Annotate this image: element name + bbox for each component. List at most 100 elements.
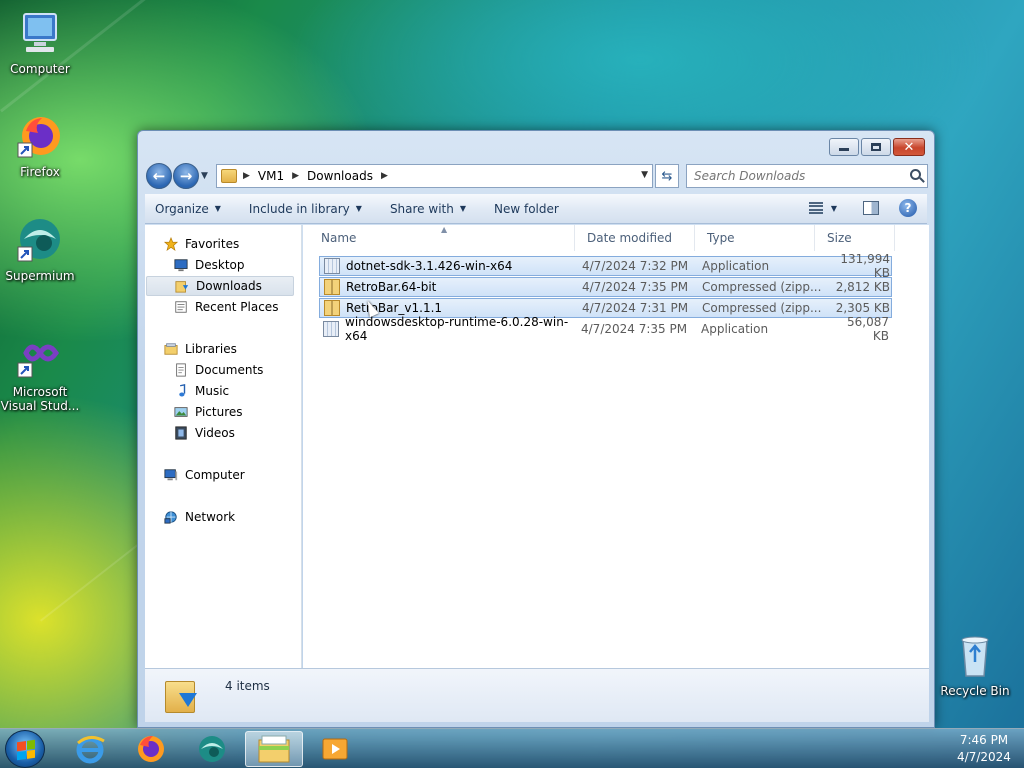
- nav-label: Computer: [185, 468, 245, 482]
- chevron-down-icon: ▼: [459, 204, 466, 213]
- breadcrumb-downloads[interactable]: Downloads: [307, 169, 373, 183]
- nav-pictures[interactable]: Pictures: [145, 402, 300, 422]
- window-controls: ✕: [829, 138, 925, 156]
- close-button[interactable]: ✕: [893, 138, 925, 156]
- nav-recent-places[interactable]: Recent Places: [145, 297, 300, 317]
- new-folder-button[interactable]: New folder: [494, 202, 559, 216]
- new-folder-label: New folder: [494, 201, 559, 216]
- chevron-right-icon[interactable]: ▶: [243, 171, 250, 181]
- system-clock[interactable]: 7:46 PM 4/7/2024: [944, 729, 1024, 768]
- recent-pages-dropdown[interactable]: ▼: [201, 171, 213, 181]
- arrow-left-icon: ←: [152, 167, 166, 185]
- nav-computer[interactable]: Computer: [163, 465, 293, 485]
- share-with-label: Share with: [389, 201, 454, 216]
- nav-libraries[interactable]: Libraries: [163, 339, 293, 359]
- file-name-cell: windowsdesktop-runtime-6.0.28-win-x64: [319, 315, 581, 343]
- file-list[interactable]: ▲ Name Date modified Type Size dotnet-sd…: [303, 225, 929, 668]
- column-header-name[interactable]: Name: [303, 225, 575, 251]
- address-bar[interactable]: ▶ VM1 ▶ Downloads ▶ ▼: [216, 164, 653, 188]
- file-name-cell: RetroBar_v1.1.1: [320, 300, 582, 316]
- taskbar-supermium[interactable]: [183, 731, 241, 767]
- chevron-right-icon[interactable]: ▶: [292, 171, 299, 181]
- start-button[interactable]: [5, 730, 45, 768]
- videos-icon: [175, 426, 187, 440]
- desktop-icon-recycle-bin[interactable]: Recycle Bin: [935, 632, 1015, 698]
- nav-network[interactable]: Network: [163, 507, 293, 527]
- explorer-window[interactable]: ✕ ← → ▼ ▶ VM1 ▶ Downloads ▶ ▼ ⇆ Organize…: [137, 130, 935, 728]
- taskbar-firefox[interactable]: [122, 731, 180, 767]
- chevron-down-icon: ▼: [214, 204, 221, 213]
- back-button[interactable]: ←: [146, 163, 172, 189]
- chevron-right-icon[interactable]: ▶: [381, 171, 388, 181]
- nav-label: Favorites: [185, 237, 240, 251]
- column-header-type[interactable]: Type: [695, 225, 815, 251]
- file-type: Compressed (zipp...: [702, 301, 822, 315]
- recycle-bin-icon: [951, 632, 999, 680]
- chevron-down-icon: ▼: [830, 203, 837, 213]
- computer-icon: [164, 469, 178, 481]
- clock-time: 7:46 PM: [959, 733, 1009, 747]
- search-input[interactable]: [694, 169, 894, 183]
- nav-label: Videos: [195, 426, 235, 440]
- address-dropdown-icon[interactable]: ▼: [641, 170, 648, 180]
- nav-videos[interactable]: Videos: [145, 423, 300, 443]
- nav-music[interactable]: Music: [145, 381, 300, 401]
- help-icon[interactable]: ?: [899, 199, 917, 217]
- file-type: Compressed (zipp...: [702, 280, 822, 294]
- file-date: 4/7/2024 7:31 PM: [582, 301, 689, 315]
- desktop-icon-label: Microsoft Visual Stud...: [0, 385, 80, 413]
- music-icon: [179, 384, 186, 397]
- nav-favorites[interactable]: Favorites: [163, 234, 293, 254]
- zip-folder-icon: [324, 279, 340, 295]
- file-name-cell: RetroBar.64-bit: [320, 279, 582, 295]
- file-type: Application: [701, 322, 769, 336]
- organize-label: Organize: [155, 201, 209, 216]
- include-in-library-button[interactable]: Include in library ▼: [249, 202, 362, 216]
- star-icon: [163, 237, 179, 251]
- nav-documents[interactable]: Documents: [145, 360, 300, 380]
- desktop-icon-supermium[interactable]: Supermium: [0, 217, 80, 283]
- desktop-icon-visual-studio[interactable]: Microsoft Visual Stud...: [0, 333, 80, 413]
- organize-button[interactable]: Organize ▼: [155, 202, 221, 216]
- share-with-button[interactable]: Share with ▼: [390, 202, 466, 216]
- desktop-icon-computer[interactable]: Computer: [0, 10, 80, 76]
- computer-icon: [16, 10, 64, 58]
- zip-folder-icon: [324, 300, 340, 316]
- table-row[interactable]: windowsdesktop-runtime-6.0.28-win-x64 4/…: [319, 315, 892, 343]
- table-row[interactable]: RetroBar.64-bit 4/7/2024 7:35 PM Compres…: [319, 277, 892, 297]
- breadcrumb-vm1[interactable]: VM1: [258, 169, 284, 183]
- documents-icon: [176, 363, 186, 377]
- media-player-icon: [322, 738, 348, 760]
- file-date: 4/7/2024 7:32 PM: [582, 259, 689, 273]
- minimize-button[interactable]: [829, 138, 859, 156]
- search-icon[interactable]: [910, 169, 921, 180]
- application-icon: [323, 321, 339, 337]
- internet-explorer-icon: [76, 736, 105, 764]
- column-header-date[interactable]: Date modified: [575, 225, 695, 251]
- pictures-icon: [174, 407, 188, 417]
- column-label: Size: [827, 231, 852, 245]
- taskbar-windows-explorer[interactable]: [245, 731, 303, 767]
- desktop-icon-firefox[interactable]: Firefox: [0, 113, 80, 179]
- change-view-button[interactable]: ▼: [808, 202, 837, 214]
- taskbar-internet-explorer[interactable]: [61, 731, 119, 767]
- table-row[interactable]: dotnet-sdk-3.1.426-win-x64 4/7/2024 7:32…: [319, 252, 892, 280]
- command-bar: Organize ▼ Include in library ▼ Share with…: [145, 194, 927, 224]
- column-header-size[interactable]: Size: [815, 225, 895, 251]
- maximize-button[interactable]: [861, 138, 891, 156]
- nav-label: Music: [195, 384, 230, 398]
- firefox-icon: [138, 736, 164, 762]
- taskbar-media-player[interactable]: [306, 731, 364, 767]
- search-box[interactable]: [686, 164, 928, 188]
- file-name: windowsdesktop-runtime-6.0.28-win-x64: [345, 315, 569, 343]
- file-date: 4/7/2024 7:35 PM: [581, 322, 688, 336]
- forward-button[interactable]: →: [173, 163, 199, 189]
- downloads-folder-icon: [165, 675, 199, 715]
- nav-desktop[interactable]: Desktop: [145, 255, 300, 275]
- refresh-button[interactable]: ⇆: [655, 164, 679, 188]
- file-size: 56,087 KB: [847, 315, 889, 343]
- nav-downloads[interactable]: Downloads: [146, 276, 294, 296]
- preview-pane-icon[interactable]: [863, 201, 879, 215]
- file-size: 131,994 KB: [840, 252, 890, 280]
- details-pane: 4 items: [145, 668, 929, 722]
